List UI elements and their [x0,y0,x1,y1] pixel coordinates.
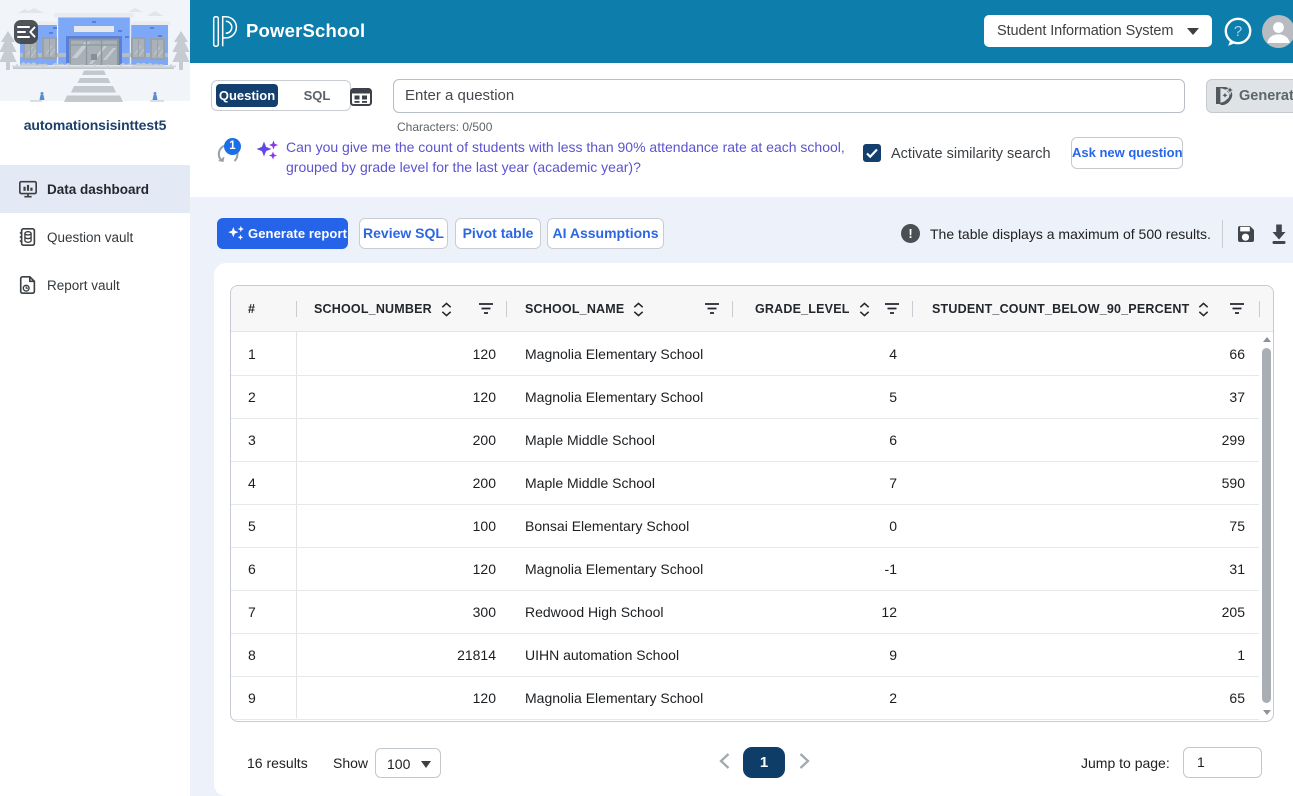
svg-text:?: ? [1234,23,1242,40]
